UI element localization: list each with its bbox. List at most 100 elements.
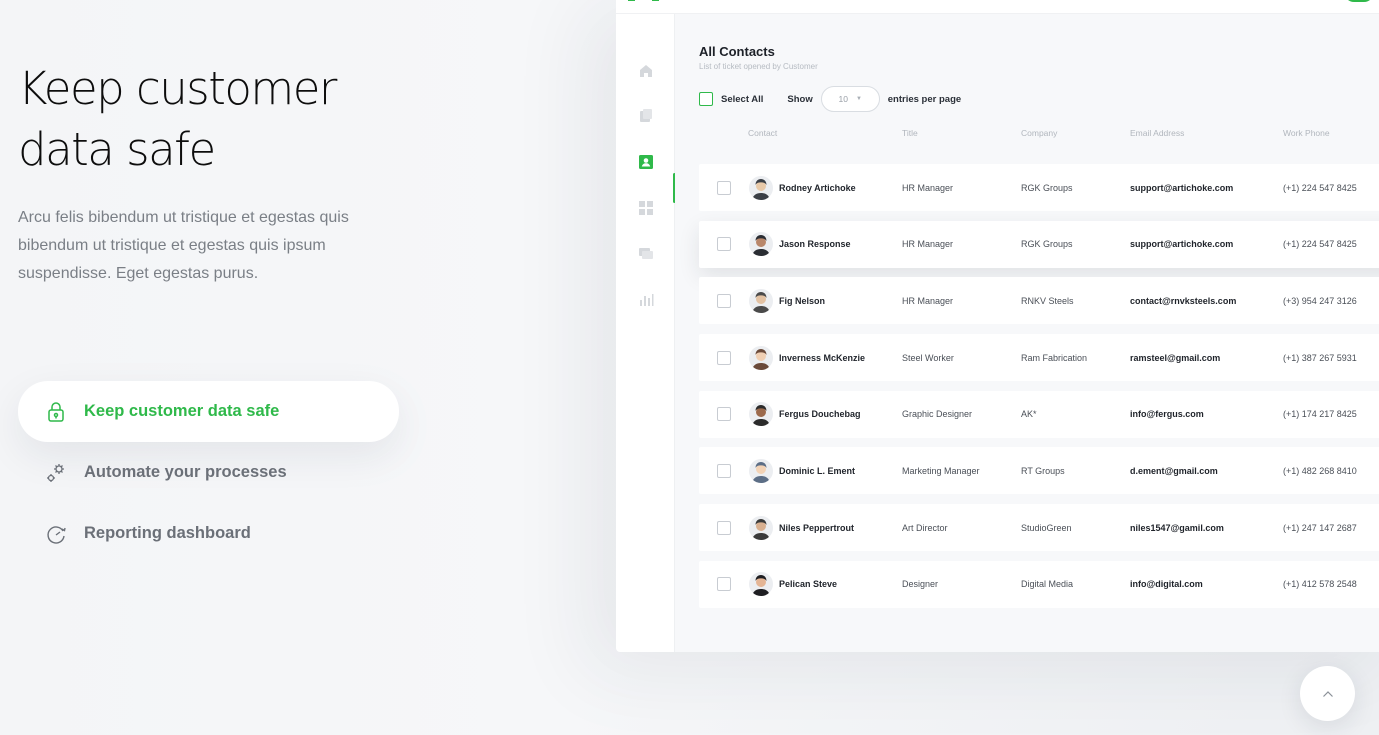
- contact-title: Marketing Manager: [902, 465, 980, 476]
- avatar: [749, 175, 773, 200]
- contact-name[interactable]: Jason Response: [779, 239, 851, 249]
- contact-email[interactable]: niles1547@gamil.com: [1130, 523, 1224, 533]
- app-topbar: [616, 0, 1379, 14]
- contact-company: StudioGreen: [1021, 522, 1072, 533]
- table-row[interactable]: Rodney Artichoke HR Manager RGK Groups s…: [699, 164, 1379, 211]
- select-all-checkbox[interactable]: [699, 92, 713, 106]
- contact-email[interactable]: ramsteel@gmail.com: [1130, 353, 1220, 363]
- contact-title: Designer: [902, 579, 939, 590]
- grid-icon[interactable]: [637, 199, 654, 216]
- contact-name[interactable]: Dominic L. Ement: [779, 466, 855, 476]
- entries-per-page-select[interactable]: 10 ▼: [820, 86, 880, 112]
- contact-email[interactable]: support@artichoke.com: [1130, 183, 1233, 193]
- contact-phone: (+1) 247 147 2687: [1283, 522, 1357, 533]
- chart-icon[interactable]: [637, 290, 654, 307]
- contact-email[interactable]: d.ement@gmail.com: [1130, 466, 1218, 476]
- avatar: [749, 288, 773, 313]
- contacts-table-body: Rodney Artichoke HR Manager RGK Groups s…: [699, 164, 1379, 618]
- contact-phone: (+1) 224 547 8425: [1283, 239, 1357, 250]
- contact-email[interactable]: support@artichoke.com: [1130, 239, 1233, 249]
- page-title: All Contacts: [699, 44, 775, 59]
- contacts-icon[interactable]: [637, 153, 654, 170]
- table-row[interactable]: Fergus Douchebag Graphic Designer AK* in…: [699, 390, 1379, 438]
- hero-title-line-2: data safe: [18, 123, 216, 176]
- lock-icon: [44, 400, 68, 424]
- entries-value: 10: [838, 94, 849, 104]
- feature-label: Automate your processes: [84, 463, 287, 481]
- contact-phone: (+1) 387 267 5931: [1283, 352, 1357, 363]
- avatar: [749, 232, 773, 257]
- sidebar-rail: [616, 14, 676, 652]
- table-controls: Select All Show 10 ▼ entries per page: [699, 86, 961, 112]
- contact-name[interactable]: Fig Nelson: [779, 296, 825, 306]
- feature-item-keep-data-safe[interactable]: Keep customer data safe: [18, 381, 399, 442]
- contact-title: Graphic Designer: [902, 409, 973, 420]
- contact-title: HR Manager: [902, 295, 954, 306]
- column-header-title[interactable]: Title: [902, 128, 918, 138]
- avatar: [749, 515, 773, 540]
- avatar: [749, 572, 773, 597]
- table-row[interactable]: Dominic L. Ement Marketing Manager RT Gr…: [699, 447, 1379, 495]
- hero-title-line-1: Keep customer: [18, 62, 337, 115]
- table-row[interactable]: Inverness McKenzie Steel Worker Ram Fabr…: [699, 334, 1379, 382]
- contact-phone: (+1) 174 217 8425: [1283, 409, 1357, 420]
- row-checkbox[interactable]: [717, 293, 731, 308]
- contact-name[interactable]: Inverness McKenzie: [779, 353, 865, 363]
- contact-company: RGK Groups: [1021, 182, 1073, 193]
- table-row[interactable]: Jason Response HR Manager RGK Groups sup…: [699, 220, 1379, 268]
- contact-phone: (+3) 954 247 3126: [1283, 295, 1357, 306]
- row-checkbox[interactable]: [717, 407, 731, 422]
- home-icon[interactable]: [637, 62, 654, 79]
- contact-name[interactable]: Niles Peppertrout: [779, 523, 854, 533]
- contacts-panel: All Contacts List of ticket opened by Cu…: [675, 14, 1379, 652]
- show-label: Show: [787, 93, 813, 105]
- contact-company: AK*: [1021, 409, 1037, 420]
- contact-title: Art Director: [902, 522, 948, 533]
- contact-company: RGK Groups: [1021, 239, 1073, 250]
- contact-company: RT Groups: [1021, 465, 1065, 476]
- contact-title: HR Manager: [902, 182, 954, 193]
- entries-suffix-label: entries per page: [887, 93, 962, 105]
- tickets-icon[interactable]: [637, 107, 654, 124]
- contact-name[interactable]: Fergus Douchebag: [779, 409, 861, 419]
- contact-name[interactable]: Pelican Steve: [779, 579, 837, 589]
- select-all-label: Select All: [721, 93, 764, 105]
- contact-company: Ram Fabrication: [1021, 352, 1088, 363]
- page-subtitle: List of ticket opened by Customer: [699, 62, 818, 71]
- column-header-email[interactable]: Email Address: [1130, 128, 1184, 138]
- row-checkbox[interactable]: [717, 350, 731, 365]
- table-row[interactable]: Pelican Steve Designer Digital Media inf…: [699, 560, 1379, 608]
- contact-email[interactable]: info@digital.com: [1130, 579, 1203, 589]
- gauge-icon: [44, 522, 68, 546]
- scroll-to-top-button[interactable]: [1300, 666, 1355, 721]
- row-checkbox[interactable]: [717, 520, 731, 535]
- row-checkbox[interactable]: [717, 237, 731, 252]
- hero-description: Arcu felis bibendum ut tristique et eges…: [18, 209, 349, 282]
- contact-title: Steel Worker: [902, 352, 954, 363]
- topbar-action-button[interactable]: [1344, 0, 1374, 2]
- contact-company: Digital Media: [1021, 579, 1074, 590]
- chat-icon[interactable]: [637, 244, 654, 261]
- row-checkbox[interactable]: [717, 577, 731, 592]
- column-header-company[interactable]: Company: [1021, 128, 1057, 138]
- hero-title: Keep customer data safe: [18, 58, 398, 180]
- contact-company: RNKV Steels: [1021, 295, 1074, 306]
- row-checkbox[interactable]: [717, 180, 731, 195]
- gears-icon: [44, 461, 68, 485]
- row-checkbox[interactable]: [717, 463, 731, 478]
- chevron-up-icon: [1322, 690, 1333, 697]
- column-header-phone[interactable]: Work Phone: [1283, 128, 1330, 138]
- avatar: [749, 458, 773, 483]
- app-screenshot: All Contacts List of ticket opened by Cu…: [616, 0, 1379, 652]
- contact-name[interactable]: Rodney Artichoke: [779, 183, 856, 193]
- table-header: Contact Title Company Email Address Work…: [675, 128, 1379, 144]
- feature-item-automate[interactable]: Automate your processes: [18, 442, 399, 503]
- table-row[interactable]: Niles Peppertrout Art Director StudioGre…: [699, 504, 1379, 552]
- column-header-contact[interactable]: Contact: [748, 128, 777, 138]
- table-row[interactable]: Fig Nelson HR Manager RNKV Steels contac…: [699, 277, 1379, 325]
- contact-email[interactable]: contact@rnvksteels.com: [1130, 296, 1236, 306]
- feature-label: Reporting dashboard: [84, 524, 251, 542]
- app-logo-icon: [628, 0, 659, 2]
- feature-item-reporting[interactable]: Reporting dashboard: [18, 503, 399, 564]
- contact-email[interactable]: info@fergus.com: [1130, 409, 1204, 419]
